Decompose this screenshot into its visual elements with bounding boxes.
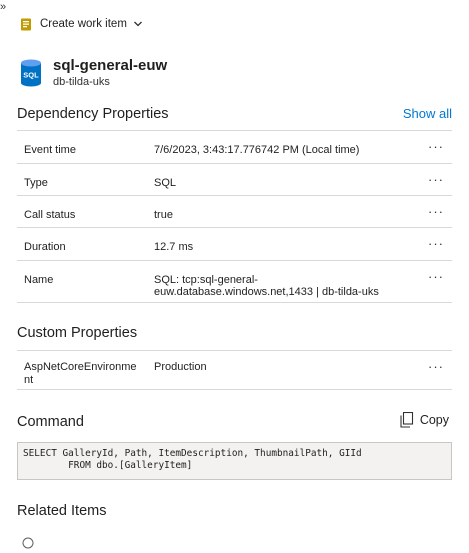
sql-command-box: SELECT GalleryId, Path, ItemDescription,…	[17, 442, 452, 480]
expand-panel-icon[interactable]: »	[0, 2, 6, 13]
property-key: Name	[24, 274, 54, 286]
show-all-link[interactable]: Show all	[403, 106, 452, 121]
svg-text:SQL: SQL	[23, 71, 39, 80]
command-title: Command	[17, 414, 84, 430]
property-row-aspnetcore-environment: AspNetCoreEnvironment Production ···	[17, 350, 452, 390]
property-key: Call status	[24, 209, 76, 221]
create-work-item-label: Create work item	[40, 18, 127, 30]
work-item-icon	[21, 18, 31, 30]
copy-button[interactable]: Copy	[400, 412, 449, 428]
property-row-duration: Duration 12.7 ms ···	[17, 227, 452, 260]
sql-database-icon: SQL	[21, 59, 41, 87]
copy-label: Copy	[419, 413, 449, 427]
dependency-properties-title: Dependency Properties	[17, 106, 169, 122]
property-row-type: Type SQL ···	[17, 163, 452, 195]
property-value: SQL: tcp:sql-general-euw.database.window…	[154, 274, 379, 298]
more-options-icon[interactable]: ···	[428, 205, 444, 218]
custom-properties-table: AspNetCoreEnvironment Production ···	[17, 350, 452, 390]
copy-icon	[400, 412, 413, 428]
more-options-icon[interactable]: ···	[428, 270, 444, 283]
property-key: Type	[24, 177, 48, 189]
custom-properties-title: Custom Properties	[17, 325, 138, 341]
property-row-call-status: Call status true ···	[17, 195, 452, 227]
chevron-down-icon	[133, 21, 142, 27]
property-key: Event time	[24, 144, 76, 156]
more-options-icon[interactable]: ···	[428, 140, 444, 153]
property-row-event-time: Event time 7/6/2023, 3:43:17.776742 PM (…	[17, 130, 452, 163]
property-value: SQL	[154, 177, 177, 189]
property-key: AspNetCoreEnvironment	[24, 361, 137, 386]
property-key: Duration	[24, 241, 66, 253]
property-value: true	[154, 209, 173, 221]
related-items-title: Related Items	[17, 503, 107, 519]
info-icon	[22, 537, 34, 549]
resource-name: sql-general-euw	[53, 57, 168, 74]
create-work-item-button[interactable]: Create work item	[20, 15, 143, 33]
property-value: 7/6/2023, 3:43:17.776742 PM (Local time)	[154, 144, 360, 156]
dependency-properties-table: Event time 7/6/2023, 3:43:17.776742 PM (…	[17, 130, 452, 303]
property-value: Production	[154, 361, 207, 373]
property-row-name: Name SQL: tcp:sql-general-euw.database.w…	[17, 260, 452, 303]
more-options-icon[interactable]: ···	[428, 173, 444, 186]
resource-subtitle: db-tilda-uks	[53, 76, 110, 88]
related-items-row	[22, 533, 432, 553]
more-options-icon[interactable]: ···	[428, 237, 444, 250]
more-options-icon[interactable]: ···	[428, 360, 444, 373]
property-value: 12.7 ms	[154, 241, 194, 253]
